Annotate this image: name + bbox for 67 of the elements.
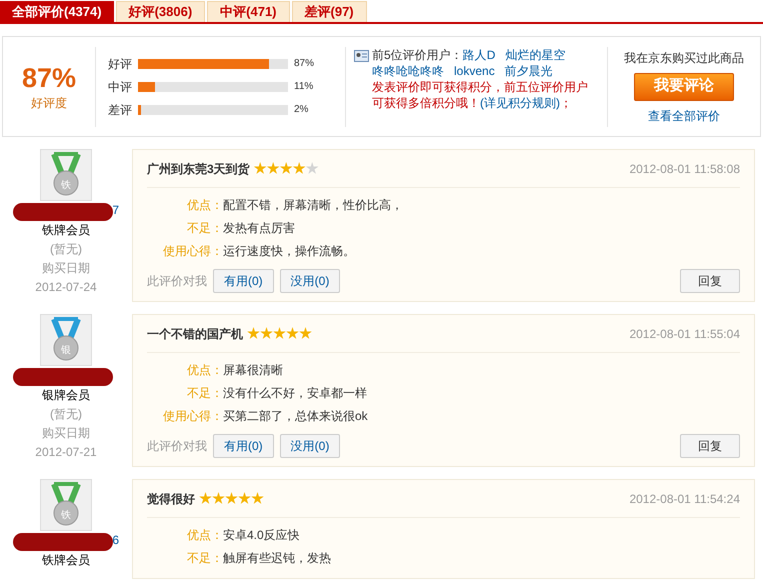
review-tab[interactable]: 差评(97) — [292, 1, 367, 22]
field-text: 屏幕很清晰 — [223, 362, 283, 379]
field-text: 安卓4.0反应快 — [223, 527, 300, 544]
field-text: 发热有点厉害 — [223, 220, 295, 237]
points-notice: 发表评价即可获得积分，前五位评价用户可获得多倍积分哦！(详见积分规则)； — [372, 78, 589, 110]
username-fragment: 7 — [112, 202, 120, 219]
field-text: 运行速度快，操作流畅。 — [223, 243, 355, 260]
review-time: 2012-08-01 11:58:08 — [629, 160, 740, 178]
user-link[interactable]: lokvenc — [454, 62, 495, 78]
field-label: 不足： — [186, 550, 223, 567]
helpful-label: 此评价对我 — [147, 273, 207, 290]
field-label: 使用心得： — [162, 408, 223, 425]
member-level: 铁牌会员 — [42, 222, 90, 239]
field-text: 配置不错，屏幕清晰，性价比高， — [223, 197, 403, 214]
field-label: 优点： — [186, 527, 223, 544]
reply-button[interactable]: 回复 — [680, 434, 740, 458]
bar-label: 差评 — [108, 102, 132, 118]
useless-button[interactable]: 没用(0) — [280, 269, 340, 293]
user-link[interactable]: 路人D — [462, 46, 496, 62]
user-link[interactable]: 咚咚呛呛咚咚 — [372, 62, 444, 78]
purchase-date: 2012-07-24 — [35, 279, 97, 296]
review-tab[interactable]: 好评(3806) — [116, 1, 206, 22]
view-all-link[interactable]: 查看全部评价 — [648, 106, 720, 124]
reply-button[interactable]: 回复 — [680, 269, 740, 293]
bar-percent: 2% — [294, 103, 308, 117]
field-label: 优点： — [186, 197, 223, 214]
bought-text: 我在京东购买过此商品 — [624, 50, 744, 66]
member-level: 银牌会员 — [42, 387, 90, 404]
useful-button[interactable]: 有用(0) — [213, 269, 274, 293]
review-title: 觉得很好 — [147, 490, 195, 508]
bar-percent: 87% — [294, 57, 314, 71]
field-label: 优点： — [186, 362, 223, 379]
top-users-label: 前5位评价用户： — [372, 46, 463, 62]
field-text: 触屏有些迟钝，发热 — [223, 550, 331, 567]
user-card-icon — [354, 50, 369, 62]
field-label: 不足： — [186, 220, 223, 237]
field-label: 不足： — [186, 385, 223, 402]
member-extra: (暂无) — [50, 241, 82, 258]
review-title: 广州到东莞3天到货 — [147, 160, 250, 178]
purchase-label: 购买日期 — [42, 260, 90, 277]
purchase-date: 2012-07-21 — [35, 444, 97, 461]
useful-button[interactable]: 有用(0) — [213, 434, 274, 458]
rating-label: 好评度 — [31, 94, 67, 112]
field-text: 没有什么不好，安卓都一样 — [223, 385, 367, 402]
username-fragment: 6 — [112, 532, 120, 549]
field-label: 使用心得： — [162, 243, 223, 260]
member-level: 铁牌会员 — [42, 552, 90, 569]
user-link[interactable]: 前夕晨光 — [504, 62, 553, 78]
useless-button[interactable]: 没用(0) — [280, 434, 340, 458]
review-title: 一个不错的国产机 — [147, 326, 243, 342]
review-time: 2012-08-01 11:55:04 — [629, 326, 740, 342]
user-link[interactable]: 灿烂的星空 — [505, 46, 566, 62]
helpful-label: 此评价对我 — [147, 438, 207, 455]
member-extra: (暂无) — [50, 406, 82, 423]
member-medal-icon: 铁 — [40, 149, 92, 201]
review-time: 2012-08-01 11:54:24 — [629, 490, 740, 508]
purchase-label: 购买日期 — [42, 425, 90, 442]
review-tab[interactable]: 中评(471) — [207, 1, 290, 22]
member-medal-icon: 银 — [40, 314, 92, 366]
rules-link[interactable]: (详见积分规则) — [480, 96, 560, 110]
bar-label: 好评 — [108, 56, 132, 72]
member-medal-icon: 铁 — [40, 479, 92, 531]
rating-percent: 87% — [22, 62, 76, 94]
bar-percent: 11% — [294, 80, 314, 94]
bar-label: 中评 — [108, 78, 132, 96]
field-text: 买第二部了，总体来说很ok — [223, 408, 368, 425]
review-tab[interactable]: 全部评价(4374) — [0, 1, 114, 22]
